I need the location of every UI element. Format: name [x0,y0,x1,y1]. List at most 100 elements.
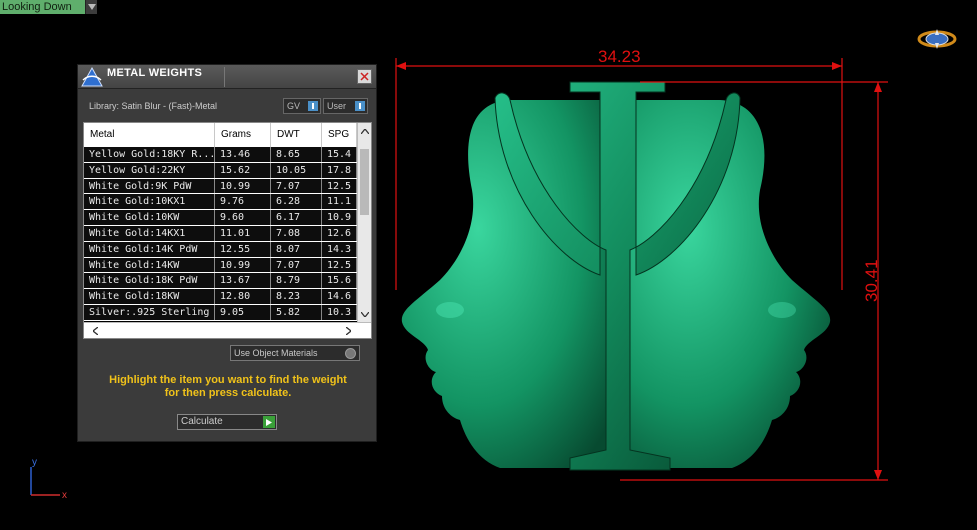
cell-metal: Silver:.925 Sterling [84,304,215,320]
cell-spg: 12.5 [322,178,357,194]
cell-grams: 10.99 [215,178,271,194]
cell-metal: White Gold:10KX1 [84,194,215,210]
table-row[interactable]: White Gold:18K PdW 13.67 8.79 15.6 [84,273,357,290]
cell-spg: 12.6 [322,225,357,241]
cell-spg: 10.3 [322,304,357,320]
scroll-right-icon[interactable] [343,326,353,336]
horizontal-scrollbar[interactable] [84,322,371,338]
cell-grams: 13.46 [215,147,271,162]
cell-dwt: 8.23 [271,289,322,304]
table-row[interactable]: White Gold:10KW 9.60 6.17 10.9 [84,210,357,226]
cell-spg: 17.8 [322,162,357,178]
instruction-line-1: Highlight the item you want to find the … [109,374,347,386]
table-body: Yellow Gold:18KY R... 13.46 8.65 15.4 Yello… [84,147,357,322]
calculate-label: Calculate [181,416,223,427]
close-button[interactable] [357,69,372,84]
app-logo-icon [81,66,103,87]
table-row[interactable]: White Gold:14KX1 11.01 7.08 12.6 [84,225,357,242]
calculate-button[interactable]: Calculate [177,414,277,430]
table-row[interactable]: White Gold:14KW 10.99 7.07 12.5 [84,257,357,274]
cell-dwt: 7.08 [271,225,322,241]
dialog-titlebar[interactable]: METAL WEIGHTS [78,65,376,89]
width-dimension-label: 34.23 [598,47,641,66]
axis-gizmo: y x [30,457,67,500]
play-icon [263,416,275,428]
cell-grams: 9.60 [215,210,271,225]
cell-spg: 14.3 [322,241,357,257]
cell-dwt: 8.79 [271,273,322,289]
viewport-label-text: Looking Down [2,1,72,13]
cell-dwt: 6.28 [271,194,322,210]
close-icon [360,72,369,81]
dialog-title: METAL WEIGHTS [107,67,203,79]
cell-dwt: 8.65 [271,147,322,162]
column-header-grams[interactable]: Grams [215,123,271,147]
cell-grams: 13.67 [215,273,271,289]
column-header-dwt[interactable]: DWT [271,123,322,147]
cell-spg: 12.5 [322,257,357,273]
cell-metal: Yellow Gold:22KY [84,162,215,178]
column-header-metal[interactable]: Metal [84,123,215,147]
cell-metal: White Gold:18KW [84,289,215,304]
gv-toggle-label: GV [287,101,301,111]
scroll-down-icon[interactable] [360,309,370,319]
user-toggle[interactable]: User [323,98,368,114]
cell-spg: 15.4 [322,147,357,162]
cell-spg: 14.6 [322,289,357,304]
cell-metal: White Gold:9K PdW [84,178,215,194]
table-header: Metal Grams DWT SPG [84,123,357,147]
gv-toggle[interactable]: GV [283,98,321,114]
metal-weights-dialog: METAL WEIGHTS Library: Satin Blur - (Fas… [77,64,377,442]
table-row[interactable]: Yellow Gold:22KY 15.62 10.05 17.8 [84,162,357,179]
axis-y-label: y [32,457,37,468]
cell-spg: 11.1 [322,194,357,210]
cell-grams: 10.99 [215,257,271,273]
instruction-line-2: for then press calculate. [164,387,292,399]
cell-grams: 15.62 [215,162,271,178]
use-object-materials-label: Use Object Materials [234,348,318,358]
cell-metal: White Gold:14K PdW [84,241,215,257]
cell-metal: Yellow Gold:18KY R... [84,147,215,162]
table-row[interactable]: White Gold:10KX1 9.76 6.28 11.1 [84,194,357,211]
height-dimension-label: 30.41 [862,259,881,302]
table-row[interactable]: Yellow Gold:18KY R... 13.46 8.65 15.4 [84,147,357,163]
axis-x-label: x [62,490,67,500]
model-viewport[interactable]: 34.23 30.41 [380,40,977,510]
cell-dwt: 5.82 [271,304,322,320]
radio-icon[interactable] [345,348,356,359]
scroll-left-icon[interactable] [90,326,100,336]
titlebar-divider [224,67,225,87]
table-row[interactable]: White Gold:18KW 12.80 8.23 14.6 [84,289,357,305]
cell-grams: 9.76 [215,194,271,210]
cell-spg: 10.9 [322,210,357,225]
cell-dwt: 10.05 [271,162,322,178]
cell-grams: 12.55 [215,241,271,257]
cell-spg: 15.6 [322,273,357,289]
cell-grams: 11.01 [215,225,271,241]
viewport-label[interactable]: Looking Down [0,0,97,14]
scrollbar-thumb[interactable] [360,149,369,215]
cell-metal: White Gold:18K PdW [84,273,215,289]
cell-dwt: 6.17 [271,210,322,225]
instruction-text: Highlight the item you want to find the … [88,374,368,400]
cell-dwt: 7.07 [271,257,322,273]
table-row[interactable]: Silver:.925 Sterling 9.05 5.82 10.3 [84,304,357,321]
cell-metal: White Gold:10KW [84,210,215,225]
cell-dwt: 7.07 [271,178,322,194]
cell-grams: 9.05 [215,304,271,320]
toggle-icon [355,101,365,111]
scroll-up-icon[interactable] [360,126,370,136]
metal-table[interactable]: Metal Grams DWT SPG Yellow Gold:18KY R..… [83,122,372,339]
use-object-materials-option[interactable]: Use Object Materials [230,345,360,361]
chevron-down-icon[interactable] [85,0,97,14]
cell-metal: White Gold:14KX1 [84,225,215,241]
vertical-scrollbar[interactable] [357,123,371,322]
table-row[interactable]: White Gold:14K PdW 12.55 8.07 14.3 [84,241,357,258]
cell-grams: 12.80 [215,289,271,304]
user-toggle-label: User [327,101,347,111]
toggle-icon [308,101,318,111]
library-label: Library: Satin Blur - (Fast)-Metal [89,101,218,111]
cell-metal: White Gold:14KW [84,257,215,273]
table-row[interactable]: White Gold:9K PdW 10.99 7.07 12.5 [84,178,357,195]
column-header-spg[interactable]: SPG [322,123,357,147]
